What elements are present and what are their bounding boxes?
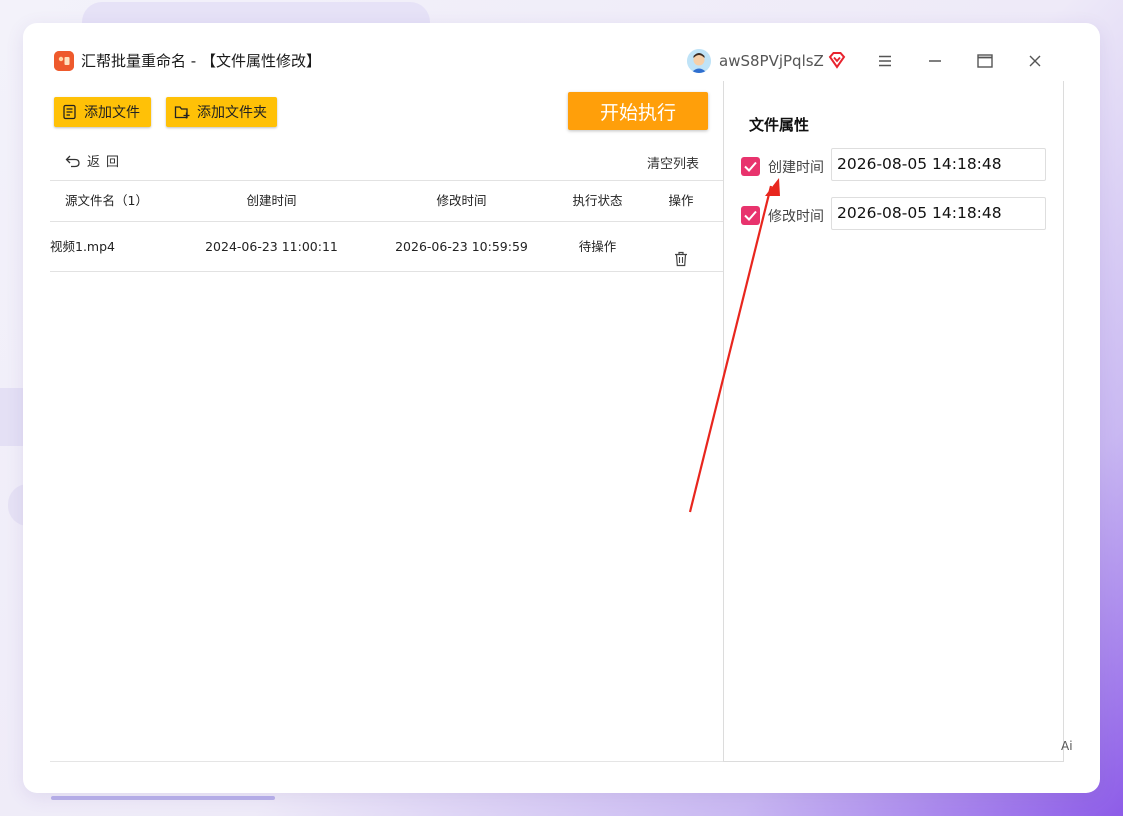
column-header-status[interactable]: 执行状态 xyxy=(561,181,634,221)
column-header-action: 操作 xyxy=(668,193,694,208)
modified-time-input[interactable] xyxy=(831,197,1046,230)
modified-time-checkbox[interactable] xyxy=(741,206,760,225)
panel-title: 文件属性 xyxy=(749,116,810,134)
add-folder-label: 添加文件夹 xyxy=(197,105,267,121)
app-window: 汇帮批量重命名 - 【文件属性修改】 awS8PVjPqlsZ 添加文件 添加文… xyxy=(23,23,1100,793)
column-header-created[interactable]: 创建时间 xyxy=(195,181,348,221)
status-cell: 待操作 xyxy=(578,239,617,254)
add-file-button[interactable]: 添加文件 xyxy=(54,97,151,127)
table-row[interactable]: 视频1.mp4 2024-06-23 11:00:11 2026-06-23 1… xyxy=(50,222,723,272)
modified-time-label: 修改时间 xyxy=(768,209,824,225)
window-title: 汇帮批量重命名 - 【文件属性修改】 xyxy=(81,52,321,70)
title-bar: 汇帮批量重命名 - 【文件属性修改】 awS8PVjPqlsZ xyxy=(23,23,1100,81)
user-avatar[interactable] xyxy=(687,49,711,73)
divider xyxy=(50,761,723,762)
clear-list-button[interactable]: 清空列表 xyxy=(647,153,699,172)
trash-icon[interactable] xyxy=(673,238,689,287)
back-arrow-icon xyxy=(65,155,80,167)
app-logo-icon xyxy=(54,51,74,71)
created-time-cell: 2024-06-23 11:00:11 xyxy=(205,239,338,254)
username[interactable]: awS8PVjPqlsZ xyxy=(719,51,824,71)
created-time-checkbox[interactable] xyxy=(741,157,760,176)
table-header: 源文件名（1） 创建时间 修改时间 执行状态 操作 xyxy=(50,180,723,222)
start-button[interactable]: 开始执行 xyxy=(568,92,708,130)
file-attributes-panel: 文件属性 创建时间 修改时间 xyxy=(723,81,1064,762)
file-table: 源文件名（1） 创建时间 修改时间 执行状态 操作 视频1.mp4 2024-0… xyxy=(50,180,723,272)
add-file-icon xyxy=(63,104,76,120)
column-header-name[interactable]: 源文件名（1） xyxy=(50,181,163,221)
add-folder-button[interactable]: 添加文件夹 xyxy=(166,97,277,127)
created-time-label: 创建时间 xyxy=(768,160,824,176)
created-time-input[interactable] xyxy=(831,148,1046,181)
file-name-cell: 视频1.mp4 xyxy=(50,239,115,254)
back-button[interactable]: 返回 xyxy=(65,151,125,170)
minimize-icon[interactable] xyxy=(922,48,948,74)
add-file-label: 添加文件 xyxy=(84,105,140,121)
back-label: 返回 xyxy=(87,155,126,170)
vip-diamond-icon[interactable] xyxy=(827,50,847,70)
menu-icon[interactable] xyxy=(872,48,898,74)
close-icon[interactable] xyxy=(1022,48,1048,74)
column-header-modified[interactable]: 修改时间 xyxy=(385,181,538,221)
background-bar xyxy=(51,796,275,800)
modified-time-cell: 2026-06-23 10:59:59 xyxy=(395,239,528,254)
maximize-icon[interactable] xyxy=(972,48,998,74)
add-folder-icon xyxy=(174,106,190,119)
edge-text: Ai xyxy=(1061,739,1073,753)
app-logo-graphic xyxy=(54,51,74,71)
